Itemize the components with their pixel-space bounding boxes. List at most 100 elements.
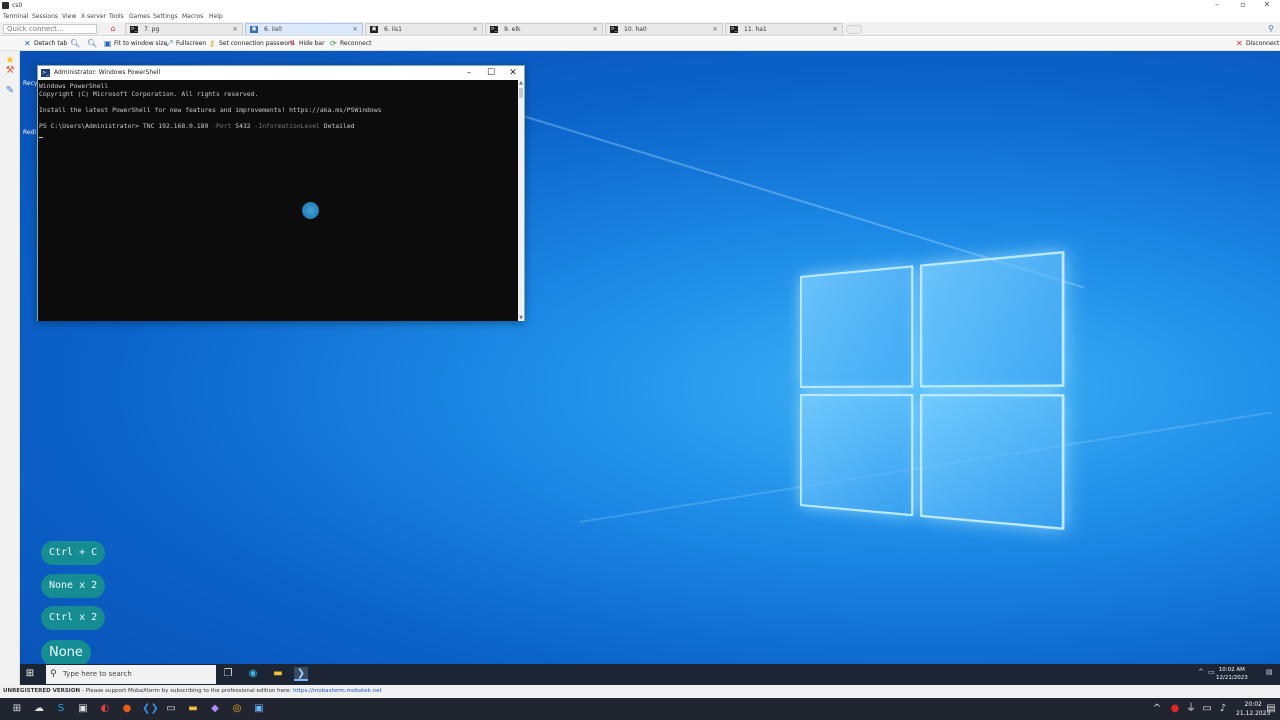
notification-icon[interactable]: ▤ — [1264, 702, 1278, 716]
powershell-taskbar-icon[interactable]: ❯ — [294, 667, 308, 681]
tab-close-icon[interactable]: × — [232, 24, 238, 35]
taskbar-search-input[interactable]: ⚲ Type here to search — [46, 665, 216, 684]
terminal-icon: >_ — [490, 26, 498, 33]
menu-settings[interactable]: Settings — [153, 13, 178, 20]
fullscreen-button[interactable]: ⤢ Fullscreen — [166, 39, 206, 49]
notification-icon[interactable]: ▤ — [1266, 668, 1273, 676]
scroll-up-icon[interactable]: ▲ — [518, 80, 524, 86]
prompt: PS C:\Users\Administrator> — [39, 122, 143, 130]
menu-games[interactable]: Games — [129, 13, 150, 20]
tab-close-icon[interactable]: × — [712, 24, 718, 35]
key-icon: ⚷ — [209, 39, 215, 48]
terminal-icon: ▣ — [250, 26, 258, 33]
menu-sessions[interactable]: Sessions — [32, 13, 58, 20]
menu-help[interactable]: Help — [209, 13, 223, 20]
vscode-icon[interactable]: ❮❯ — [142, 702, 159, 716]
powershell-window[interactable]: >_ Administrator: Windows PowerShell – ☐… — [37, 65, 525, 321]
left-sidebar: ★ ⚒ ✎ — [0, 51, 20, 685]
logo-pane — [800, 394, 914, 517]
zoom-out-button[interactable]: 🔍︎ — [87, 39, 97, 49]
powershell-titlebar[interactable]: >_ Administrator: Windows PowerShell – ☐… — [38, 66, 524, 80]
app-title: cs0 — [12, 2, 23, 9]
obs-icon[interactable]: ◆ — [208, 702, 222, 716]
minimize-icon[interactable]: – — [1206, 0, 1228, 9]
tab-iis0[interactable]: ▣ 6. iis0 × — [245, 23, 363, 35]
menu-view[interactable]: View — [62, 13, 76, 20]
maximize-icon[interactable]: ▫ — [1232, 0, 1254, 9]
ps-close-icon[interactable]: ✕ — [502, 66, 524, 80]
terminal-icon[interactable]: ▣ — [76, 702, 90, 716]
tab-pg[interactable]: >_ 7. pg × — [125, 23, 243, 35]
chrome-icon[interactable]: ◎ — [230, 702, 244, 716]
menu-tools[interactable]: Tools — [109, 13, 124, 20]
disconnect-button[interactable]: ✕ Disconnect — [1236, 39, 1279, 49]
menu-terminal[interactable]: Terminal — [3, 13, 28, 20]
param-port: -Port — [212, 122, 236, 130]
network-icon[interactable]: ▭ — [1208, 668, 1215, 676]
new-tab-button[interactable] — [846, 25, 862, 34]
remote-taskbar: ⊞ ⚲ Type here to search ❐ ◉ ▬ ❯ ^ ▭ 10:0… — [20, 664, 1280, 685]
reconnect-button[interactable]: ⟳ Reconnect — [330, 39, 372, 49]
console-scrollbar[interactable]: ▲ ▼ — [518, 80, 524, 321]
record-icon[interactable]: ● — [1168, 702, 1182, 716]
ps-maximize-icon[interactable]: ☐ — [480, 66, 502, 80]
paperclip-icon[interactable]: ⚲ — [1268, 24, 1274, 33]
tools-icon[interactable]: ⚒ — [4, 65, 16, 77]
tab-ha0[interactable]: >_ 10. ha0 × — [605, 23, 723, 35]
browser-icon[interactable]: ● — [120, 702, 134, 716]
zoom-in-button[interactable]: 🔍︎ — [70, 39, 80, 49]
tab-close-icon[interactable]: × — [592, 24, 598, 35]
tab-iis1[interactable]: ▣ 6. iis1 × — [365, 23, 483, 35]
zoom-in-icon: 🔍︎ — [70, 39, 81, 48]
scroll-thumb[interactable] — [519, 88, 523, 98]
scroll-down-icon[interactable]: ▼ — [518, 315, 524, 321]
recycle-bin-icon[interactable]: Recy — [23, 80, 37, 87]
fit-window-button[interactable]: ▣ Fit to window size — [104, 39, 167, 49]
network-icon[interactable]: ▭ — [1200, 702, 1214, 716]
terminal-icon: >_ — [730, 26, 738, 33]
skype-icon[interactable]: S — [54, 702, 68, 716]
tab-close-icon[interactable]: × — [472, 24, 478, 35]
file-explorer-icon[interactable]: ▬ — [271, 667, 285, 681]
zoom-out-icon: 🔍︎ — [87, 39, 98, 48]
menu-bar: Terminal Sessions View X server Tools Ga… — [0, 12, 1280, 22]
desktop-shortcut-icon[interactable]: Redi — [23, 129, 36, 136]
set-password-button[interactable]: ⚷ Set connection password — [209, 39, 294, 49]
console-line: Copyright (C) Microsoft Corporation. All… — [39, 90, 259, 98]
app-icon[interactable]: ◐ — [98, 702, 112, 716]
status-message: - Please support MobaXterm by subscribin… — [80, 688, 294, 694]
unregistered-label: UNREGISTERED VERSION — [3, 688, 81, 694]
weather-icon[interactable]: ☁ — [32, 702, 46, 716]
windows-start-icon[interactable]: ⊞ — [10, 702, 24, 716]
hide-bar-button[interactable]: ✎ Hide bar — [289, 39, 325, 49]
detach-tab-button[interactable]: ✕ Detach tab — [24, 39, 67, 49]
tray-chevron-icon[interactable]: ^ — [1150, 702, 1164, 716]
host-taskbar: ⊞ ☁ S ▣ ◐ ● ❮❯ ▭ ▬ ◆ ◎ ▣ ^ ● ⏚ ▭ ♪ 20:02… — [0, 698, 1280, 720]
macro-icon[interactable]: ✎ — [4, 85, 16, 97]
powershell-title: Administrator: Windows PowerShell — [54, 69, 161, 76]
folder-icon[interactable]: ▬ — [186, 702, 200, 716]
task-view-icon[interactable]: ❐ — [221, 667, 235, 681]
tray-chevron-icon[interactable]: ^ — [1198, 668, 1204, 676]
home-icon[interactable]: ⌂ — [108, 24, 118, 34]
console-output[interactable]: Windows PowerShell Copyright (C) Microsof… — [38, 80, 518, 321]
quick-connect-input[interactable]: Quick connect... — [3, 24, 97, 34]
keystroke-badge: Ctrl x 2 — [41, 606, 106, 630]
menu-macros[interactable]: Macros — [182, 13, 203, 20]
tab-close-icon[interactable]: × — [832, 24, 838, 35]
tab-elk[interactable]: >_ 9. elk × — [485, 23, 603, 35]
ps-minimize-icon[interactable]: – — [458, 66, 480, 80]
volume-icon[interactable]: ♪ — [1216, 702, 1230, 716]
edge-icon[interactable]: ◉ — [246, 667, 260, 681]
support-link[interactable]: https://mobaxterm.mobatek.net — [293, 688, 381, 694]
tab-close-icon[interactable]: × — [352, 24, 358, 35]
tab-ha1[interactable]: >_ 11. ha1 × — [725, 23, 843, 35]
taskbar-clock[interactable]: 10:02 AM 12/21/2023 — [1216, 666, 1248, 682]
screen-icon[interactable]: ▭ — [164, 702, 178, 716]
port-value: 5432 — [235, 122, 255, 130]
mobaxterm-icon[interactable]: ▣ — [252, 702, 266, 716]
close-icon[interactable]: ✕ — [1256, 0, 1278, 9]
windows-start-icon[interactable]: ⊞ — [24, 668, 36, 680]
menu-xserver[interactable]: X server — [81, 13, 106, 20]
usb-icon[interactable]: ⏚ — [1184, 702, 1198, 716]
